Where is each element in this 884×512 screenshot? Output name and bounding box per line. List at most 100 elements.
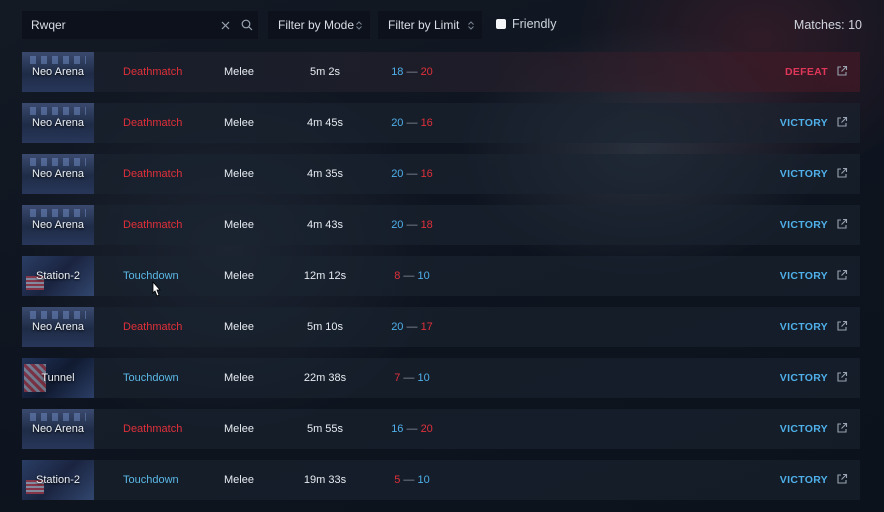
score-team-b: 10 — [417, 270, 430, 282]
friendly-checkbox[interactable]: Friendly — [496, 17, 556, 31]
weapon-type: Melee — [224, 219, 254, 231]
score-team-a: 20 — [391, 321, 404, 333]
limit-filter-label: Filter by Limit — [388, 18, 460, 32]
match-score: 20 — 16 — [382, 117, 442, 129]
score-separator: — — [403, 321, 421, 333]
score-team-b: 10 — [417, 372, 430, 384]
map-thumbnail: Neo Arena — [22, 205, 94, 245]
match-score: 20 — 18 — [382, 219, 442, 231]
match-score: 7 — 10 — [382, 372, 442, 384]
score-separator: — — [403, 66, 421, 78]
match-duration: 12m 12s — [303, 270, 347, 282]
mode-filter-label: Filter by Mode — [278, 18, 355, 32]
score-team-a: 20 — [391, 219, 404, 231]
match-result-badge: VICTORY — [779, 168, 828, 180]
score-team-b: 16 — [420, 117, 433, 129]
mouse-cursor-icon — [152, 281, 161, 297]
match-row[interactable]: Neo Arena Deathmatch Melee 5m 2s 18 — 20 DEFE… — [22, 52, 860, 92]
external-link-icon[interactable] — [836, 269, 848, 281]
match-duration: 22m 38s — [303, 372, 347, 384]
match-duration: 4m 43s — [306, 219, 344, 231]
external-link-icon[interactable] — [836, 218, 848, 230]
score-team-a: 18 — [391, 66, 404, 78]
external-link-icon[interactable] — [836, 65, 848, 77]
game-mode: Touchdown — [123, 270, 179, 282]
limit-filter-select[interactable]: Filter by Limit — [378, 11, 482, 39]
external-link-icon[interactable] — [836, 116, 848, 128]
match-duration: 5m 10s — [306, 321, 344, 333]
map-name: Tunnel — [41, 372, 75, 384]
match-result-badge: VICTORY — [779, 474, 828, 486]
weapon-type: Melee — [224, 168, 254, 180]
match-duration: 5m 55s — [306, 423, 344, 435]
external-link-icon[interactable] — [836, 320, 848, 332]
match-duration: 5m 2s — [310, 66, 340, 78]
game-mode: Deathmatch — [123, 423, 183, 435]
sort-caret-icon — [468, 20, 474, 30]
match-score: 5 — 10 — [382, 474, 442, 486]
weapon-type: Melee — [224, 117, 254, 129]
match-row[interactable]: Neo Arena Deathmatch Melee 4m 45s 20 — 16 VIC… — [22, 103, 860, 143]
map-thumbnail: Neo Arena — [22, 409, 94, 449]
match-result-badge: VICTORY — [779, 372, 828, 384]
match-row[interactable]: Neo Arena Deathmatch Melee 5m 55s 16 — 20 VIC… — [22, 409, 860, 449]
external-link-icon[interactable] — [836, 473, 848, 485]
score-team-b: 20 — [420, 66, 433, 78]
match-result-badge: VICTORY — [779, 219, 828, 231]
map-thumbnail: Neo Arena — [22, 52, 94, 92]
map-name: Neo Arena — [32, 168, 84, 180]
map-name: Station-2 — [35, 474, 81, 486]
map-thumbnail: Tunnel — [22, 358, 94, 398]
map-thumbnail: Station-2 — [22, 256, 94, 296]
external-link-icon[interactable] — [836, 422, 848, 434]
match-duration: 4m 35s — [306, 168, 344, 180]
search-input[interactable]: Rwqer — [31, 18, 214, 32]
weapon-type: Melee — [224, 423, 254, 435]
match-duration: 4m 45s — [306, 117, 344, 129]
match-row[interactable]: Neo Arena Deathmatch Melee 4m 43s 20 — 18 VIC… — [22, 205, 860, 245]
game-mode: Deathmatch — [123, 219, 183, 231]
checkbox-icon[interactable] — [496, 19, 506, 29]
score-team-a: 20 — [391, 168, 404, 180]
score-separator: — — [400, 372, 418, 384]
search-box[interactable]: Rwqer — [22, 11, 258, 39]
matches-count: Matches: 10 — [793, 18, 862, 32]
weapon-type: Melee — [224, 372, 254, 384]
match-row[interactable]: Neo Arena Deathmatch Melee 5m 10s 20 — 17 VIC… — [22, 307, 860, 347]
match-result-badge: VICTORY — [779, 270, 828, 282]
map-name: Neo Arena — [32, 66, 84, 78]
match-score: 20 — 16 — [382, 168, 442, 180]
map-thumbnail: Neo Arena — [22, 103, 94, 143]
map-name: Neo Arena — [32, 321, 84, 333]
map-thumbnail: Neo Arena — [22, 154, 94, 194]
map-thumbnail: Station-2 — [22, 460, 94, 500]
game-mode: Deathmatch — [123, 117, 183, 129]
external-link-icon[interactable] — [836, 167, 848, 179]
map-thumbnail: Neo Arena — [22, 307, 94, 347]
match-row[interactable]: Tunnel Touchdown Melee 22m 38s 7 — 10 VICTORY — [22, 358, 860, 398]
score-separator: — — [400, 474, 418, 486]
map-name: Neo Arena — [32, 117, 84, 129]
toolbar: Rwqer Filter by Mode Filter by Limit Fri… — [22, 11, 862, 39]
score-team-a: 16 — [391, 423, 404, 435]
map-name: Neo Arena — [32, 423, 84, 435]
game-mode: Touchdown — [123, 372, 179, 384]
match-row[interactable]: Station-2 Touchdown Melee 19m 33s 5 — 10 VICT… — [22, 460, 860, 500]
match-result-badge: VICTORY — [779, 321, 828, 333]
match-row[interactable]: Station-2 Touchdown Melee 12m 12s 8 — 10 VICT… — [22, 256, 860, 296]
map-name: Station-2 — [35, 270, 81, 282]
search-icon[interactable] — [236, 11, 258, 39]
weapon-type: Melee — [224, 66, 254, 78]
score-team-a: 20 — [391, 117, 404, 129]
match-result-badge: DEFEAT — [784, 66, 828, 78]
match-score: 20 — 17 — [382, 321, 442, 333]
score-separator: — — [403, 117, 421, 129]
match-result-badge: VICTORY — [779, 117, 828, 129]
score-separator: — — [400, 270, 418, 282]
score-separator: — — [403, 219, 421, 231]
mode-filter-select[interactable]: Filter by Mode — [268, 11, 370, 39]
game-mode: Deathmatch — [123, 321, 183, 333]
external-link-icon[interactable] — [836, 371, 848, 383]
clear-icon[interactable] — [214, 11, 236, 39]
match-row[interactable]: Neo Arena Deathmatch Melee 4m 35s 20 — 16 VIC… — [22, 154, 860, 194]
